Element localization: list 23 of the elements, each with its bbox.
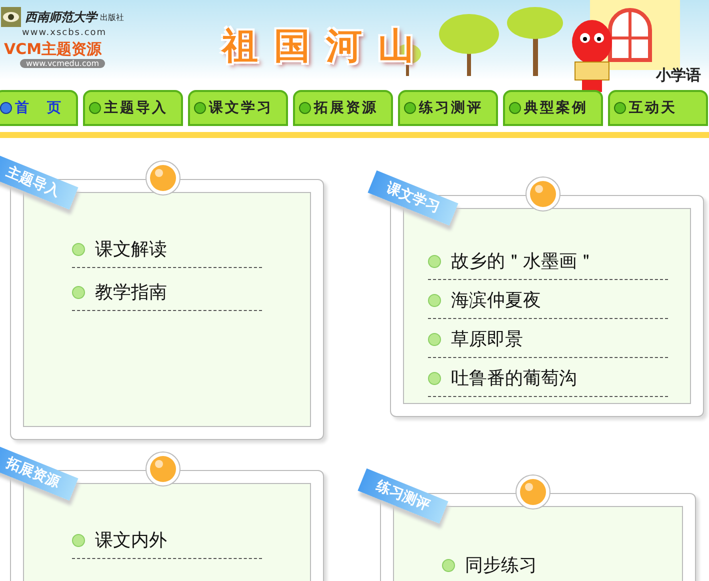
brand-logo: VCM主题资源 (4, 40, 103, 59)
topic-link[interactable]: 课文内外 (72, 524, 262, 559)
publisher-url: www.xscbs.com (22, 28, 108, 38)
topic-link[interactable]: 教学指南 (72, 276, 262, 311)
nav-tab[interactable]: 练习测评 (398, 90, 498, 126)
page-title: 祖国河山 (222, 25, 430, 69)
topic-link[interactable]: 海滨仲夏夜 (428, 284, 668, 319)
publisher-suffix: 出版社 (100, 12, 124, 22)
topic-link[interactable]: 课文解读 (72, 233, 262, 268)
nav-tab[interactable]: 拓展资源 (293, 90, 393, 126)
topic-link[interactable]: 吐鲁番的葡萄沟 (428, 362, 668, 397)
topic-link[interactable]: 草原即景 (428, 323, 668, 358)
brand-url: www.vcmedu.com (20, 59, 106, 68)
eye-logo-icon (0, 6, 22, 28)
nav-tab[interactable]: 首 页 (0, 90, 78, 126)
topic-link[interactable]: 同步练习 (442, 549, 632, 581)
nav-tab[interactable]: 互动天 (608, 90, 708, 126)
subject-label: 小学语 (656, 66, 701, 85)
nav-tab[interactable]: 主题导入 (83, 90, 183, 126)
nav-tab[interactable]: 典型案例 (503, 90, 603, 126)
topic-link[interactable]: 故乡的＂水墨画＂ (428, 245, 668, 280)
publisher-name: 西南师范大学 (25, 8, 97, 26)
nav-tab[interactable]: 课文学习 (188, 90, 288, 126)
